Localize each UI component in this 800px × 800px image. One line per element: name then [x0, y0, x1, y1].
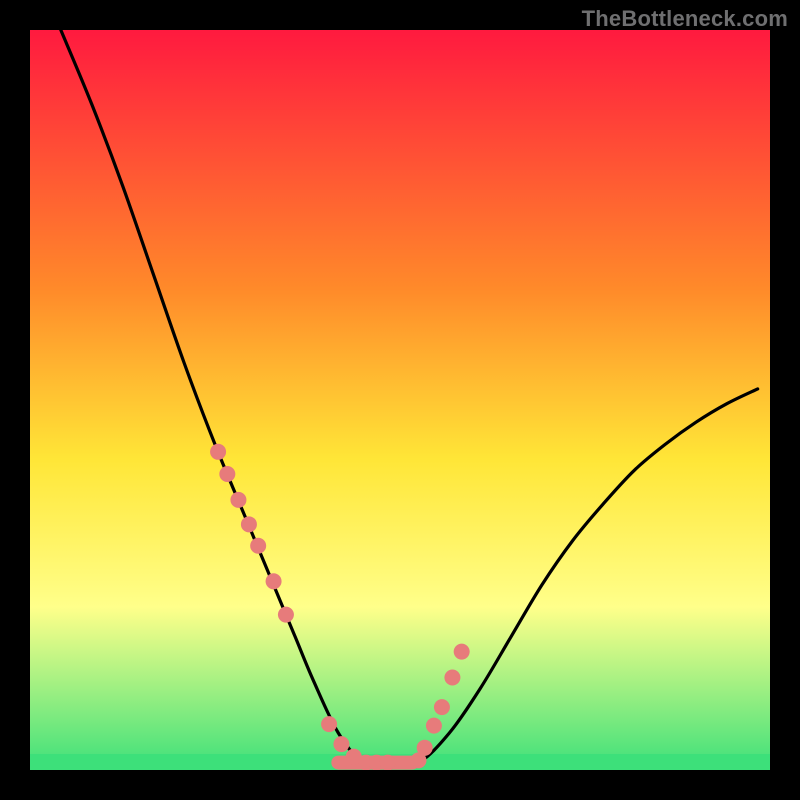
highlight-dot	[426, 718, 442, 734]
highlight-dot	[210, 444, 226, 460]
plot-area	[30, 30, 770, 770]
highlight-dot	[219, 466, 235, 482]
highlight-dot	[434, 699, 450, 715]
highlight-dot	[250, 538, 266, 554]
highlight-dot	[241, 516, 257, 532]
highlight-dot	[266, 573, 282, 589]
gradient-background	[30, 30, 770, 770]
highlight-dot	[278, 607, 294, 623]
chart-frame: TheBottleneck.com	[0, 0, 800, 800]
watermark-text: TheBottleneck.com	[582, 6, 788, 32]
highlight-dot	[380, 755, 396, 770]
highlight-dot	[333, 736, 349, 752]
highlight-dot	[230, 492, 246, 508]
highlight-dot	[454, 644, 470, 660]
highlight-dot	[444, 670, 460, 686]
highlight-dot	[417, 740, 433, 756]
highlight-dot	[321, 716, 337, 732]
bottleneck-chart	[30, 30, 770, 770]
